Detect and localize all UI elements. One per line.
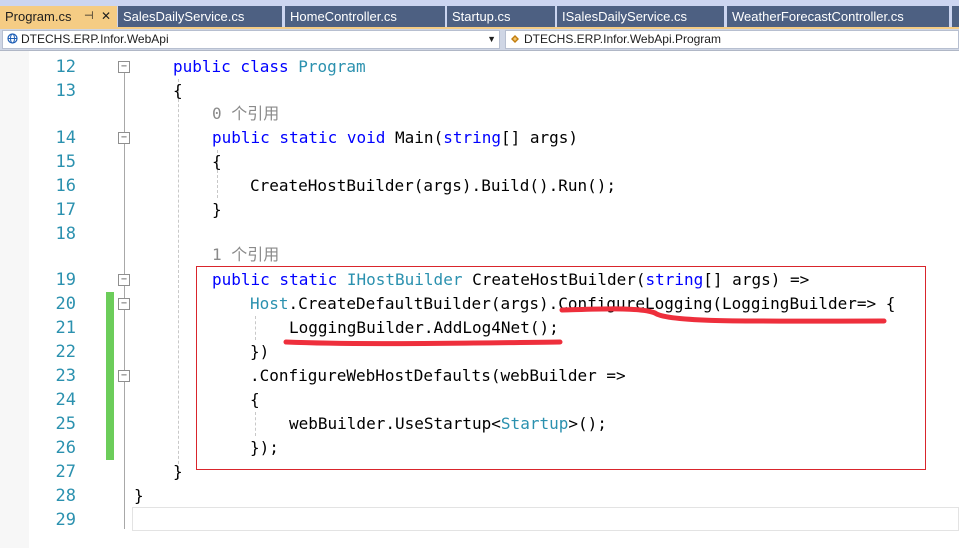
tab-label: HomeController.cs [290, 9, 397, 24]
tab-overflow[interactable] [952, 6, 959, 27]
class-icon [511, 35, 519, 43]
pin-icon[interactable]: ⊣ [84, 6, 94, 27]
tab-homecontroller-cs[interactable]: HomeController.cs [285, 6, 445, 27]
globe-project-icon [7, 33, 18, 44]
navigation-bar: DTECHS.ERP.Infor.WebApi ▼ DTECHS.ERP.Inf… [0, 29, 959, 51]
class-path: DTECHS.ERP.Infor.WebApi.Program [524, 32, 721, 46]
tab-salesdailyservice-cs[interactable]: SalesDailyService.cs [118, 6, 282, 27]
tab-label: ISalesDailyService.cs [562, 9, 687, 24]
chevron-down-icon: ▼ [487, 34, 496, 44]
document-tab-strip: Program.cs ⊣ ✕ SalesDailyService.cs Home… [0, 0, 959, 29]
tab-label: WeatherForecastController.cs [732, 9, 904, 24]
annotation-underline [559, 306, 887, 324]
tab-label: SalesDailyService.cs [123, 9, 245, 24]
tab-label: Startup.cs [452, 9, 511, 24]
project-name: DTECHS.ERP.Infor.WebApi [21, 32, 169, 46]
code-editor[interactable]: 12 13 14 15 16 17 18 19 20 21 22 23 24 2… [0, 51, 959, 548]
annotation-underline [283, 339, 563, 347]
tab-isalesdailyservice-cs[interactable]: ISalesDailyService.cs [557, 6, 724, 27]
tab-startup-cs[interactable]: Startup.cs [447, 6, 555, 27]
class-dropdown[interactable]: DTECHS.ERP.Infor.WebApi.Program [505, 30, 959, 49]
project-dropdown[interactable]: DTECHS.ERP.Infor.WebApi ▼ [2, 30, 500, 49]
tab-program-cs[interactable]: Program.cs ⊣ ✕ [0, 6, 117, 29]
close-icon[interactable]: ✕ [101, 6, 111, 27]
annotation-underlines [283, 306, 887, 347]
tab-weatherforecastcontroller-cs[interactable]: WeatherForecastController.cs [727, 6, 949, 27]
tab-label: Program.cs [5, 9, 72, 24]
